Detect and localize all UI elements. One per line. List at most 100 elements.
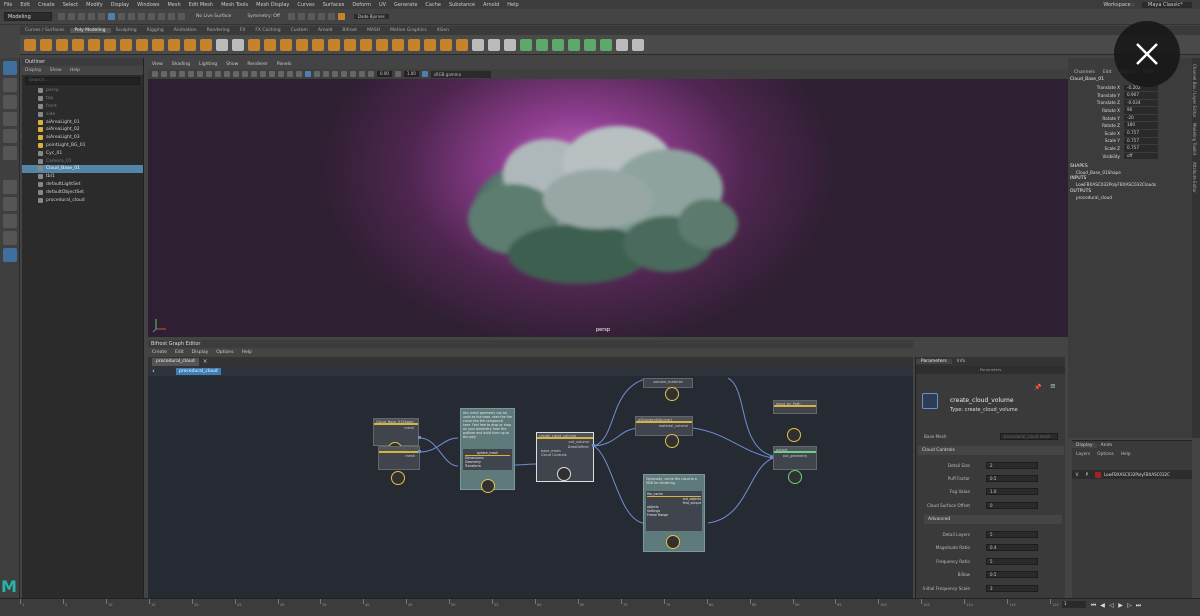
snap-view-icon[interactable]	[168, 13, 175, 20]
xray-components-icon[interactable]	[368, 71, 374, 77]
bifrost-menu-options[interactable]: Options	[216, 350, 233, 355]
save-scene-icon[interactable]	[78, 13, 85, 20]
move-tool-icon[interactable]	[3, 112, 17, 126]
outliner-item-selected[interactable]: Cloud_Base_01	[22, 164, 143, 173]
ambient-occlusion-icon[interactable]	[305, 71, 311, 77]
outliner-layout-icon[interactable]	[3, 231, 17, 245]
channel-label[interactable]: Scale Y	[1068, 138, 1124, 143]
select-hierarchy-icon[interactable]	[108, 13, 115, 20]
menu-generate[interactable]: Generate	[394, 2, 417, 8]
smooth-shade-icon[interactable]	[251, 71, 257, 77]
outliner-menu-help[interactable]: Help	[70, 68, 80, 73]
wireframe-icon[interactable]	[242, 71, 248, 77]
initial-frequency-scale-field[interactable]: 3	[986, 584, 1038, 592]
poly-pyramid-icon[interactable]	[152, 38, 164, 51]
output-port[interactable]	[592, 444, 595, 447]
menu-create[interactable]: Create	[38, 2, 55, 8]
outliner-item[interactable]: Cyc_01	[22, 149, 143, 157]
menu-mesh-display[interactable]: Mesh Display	[256, 2, 289, 8]
gamma-icon[interactable]	[394, 71, 401, 77]
node-expand-icon[interactable]	[665, 387, 679, 401]
shelf-tab-arnold[interactable]: Arnold	[313, 28, 338, 33]
custom-layout-icon[interactable]	[3, 248, 17, 262]
outliner-item[interactable]: persp	[22, 87, 143, 95]
outliner-item[interactable]: defaultLightSet	[22, 181, 143, 189]
boolean-difference-icon[interactable]	[312, 38, 324, 51]
poly-sphere-icon[interactable]	[24, 38, 36, 51]
note-node[interactable]: Any mesh geometry can be used as the bas…	[460, 408, 515, 493]
poly-cone-icon[interactable]	[72, 38, 84, 51]
rotate-tool-icon[interactable]	[3, 129, 17, 143]
channels-menu-channels[interactable]: Channels	[1074, 70, 1095, 75]
go-to-end-icon[interactable]: ⏭	[1135, 602, 1142, 609]
viewport-menu-renderer[interactable]: Renderer	[247, 62, 268, 67]
display-layer-row[interactable]: V P LowFBXASC032PolyFBXASC032C	[1072, 470, 1192, 479]
magnitude-ratio-field[interactable]: 0.4	[986, 543, 1038, 551]
target-weld-icon[interactable]	[472, 38, 484, 51]
create-cloud-volume-node[interactable]: create_cloud_volume out_volume DataDefin…	[536, 432, 594, 482]
outliner-item[interactable]: front	[22, 103, 143, 111]
menu-help[interactable]: Help	[507, 2, 518, 8]
uv-auto-icon[interactable]	[536, 38, 548, 51]
channel-value[interactable]: 0.757	[1124, 137, 1158, 145]
tab-procedural-cloud[interactable]: procedural_cloud	[152, 357, 199, 366]
combine-icon[interactable]	[248, 38, 260, 51]
uv-editor-icon[interactable]	[616, 38, 628, 51]
uv-planar-icon[interactable]	[520, 38, 532, 51]
time-slider[interactable]: 1 5 10 15 20 25 30 35 40 45 50 55 60 65 70 75 80 85 90 95 10…	[0, 598, 1200, 616]
channel-value[interactable]: 0.757	[1124, 145, 1158, 152]
quad-draw-icon[interactable]	[488, 38, 500, 51]
channel-value[interactable]: 180	[1124, 122, 1158, 130]
shape-item[interactable]: Cloud_Base_01Shape	[1068, 169, 1192, 177]
breadcrumb-item[interactable]: procedural_cloud	[176, 367, 221, 375]
shelf-tab-xgen[interactable]: XGen	[432, 28, 454, 33]
base-mesh-field[interactable]: procedural_cloud.mesh	[1000, 432, 1058, 440]
shelf-tab-curves[interactable]: Curves / Surfaces	[20, 28, 70, 33]
outliner-item[interactable]: defaultObjectSet	[22, 188, 143, 196]
gate-mask-icon[interactable]	[206, 71, 212, 77]
uv-cut-icon[interactable]	[552, 38, 564, 51]
poly-helix-icon[interactable]	[200, 38, 212, 51]
xray-joints-icon[interactable]	[359, 71, 365, 77]
shelf-tab-sculpting[interactable]: Sculpting	[111, 28, 142, 33]
shelf-tab-motion-graphics[interactable]: Motion Graphics	[385, 28, 432, 33]
open-scene-icon[interactable]	[68, 13, 75, 20]
tab-anim[interactable]: Anim	[1097, 443, 1117, 448]
arnold-icon[interactable]	[337, 13, 345, 20]
bifrost-menu-help[interactable]: Help	[242, 350, 252, 355]
default-material-icon[interactable]	[260, 71, 266, 77]
bifrost-menu-edit[interactable]: Edit	[175, 350, 184, 355]
shelf-tab-poly-modeling[interactable]: Poly Modeling	[69, 28, 111, 33]
two-pane-layout-icon[interactable]	[3, 214, 17, 228]
channel-value[interactable]: 90	[1124, 107, 1158, 114]
depth-of-field-icon[interactable]	[332, 71, 338, 77]
outliner-item[interactable]: Camera_01	[22, 157, 143, 165]
color-management-icon[interactable]	[421, 71, 428, 77]
menu-mesh-tools[interactable]: Mesh Tools	[221, 2, 248, 8]
side-tab-channel-box[interactable]: Channel Box / Layer Editor	[1192, 64, 1197, 117]
new-scene-icon[interactable]	[58, 13, 65, 20]
safe-action-icon[interactable]	[224, 71, 230, 77]
single-pane-layout-icon[interactable]	[3, 180, 17, 194]
menu-file[interactable]: File	[4, 2, 12, 8]
poly-plane-icon[interactable]	[104, 38, 116, 51]
render-settings-icon[interactable]	[307, 13, 315, 20]
sphere-mesh-node[interactable]: sphere_mesh Dimensions Geometry Transfor…	[463, 449, 512, 470]
boolean-union-icon[interactable]	[296, 38, 308, 51]
menu-edit-mesh[interactable]: Edit Mesh	[189, 2, 213, 8]
channel-label[interactable]: Rotate Z	[1068, 123, 1124, 128]
merge-icon[interactable]	[408, 38, 420, 51]
undo-icon[interactable]	[88, 13, 95, 20]
channel-label[interactable]: Visibility	[1068, 154, 1124, 159]
channel-label[interactable]: Rotate X	[1068, 108, 1124, 113]
four-pane-layout-icon[interactable]	[3, 197, 17, 211]
menu-modify[interactable]: Modify	[86, 2, 103, 8]
viewport-menu-shading[interactable]: Shading	[172, 62, 190, 67]
shelf-tab-rigging[interactable]: Rigging	[142, 28, 169, 33]
shelf-tab-fx[interactable]: FX	[235, 28, 251, 33]
select-object-icon[interactable]	[118, 13, 125, 20]
live-surface-label[interactable]: No Live Surface	[196, 14, 231, 19]
node-expand-icon[interactable]	[391, 471, 405, 485]
channel-label[interactable]: Scale Z	[1068, 146, 1124, 151]
output-port[interactable]	[418, 436, 421, 439]
